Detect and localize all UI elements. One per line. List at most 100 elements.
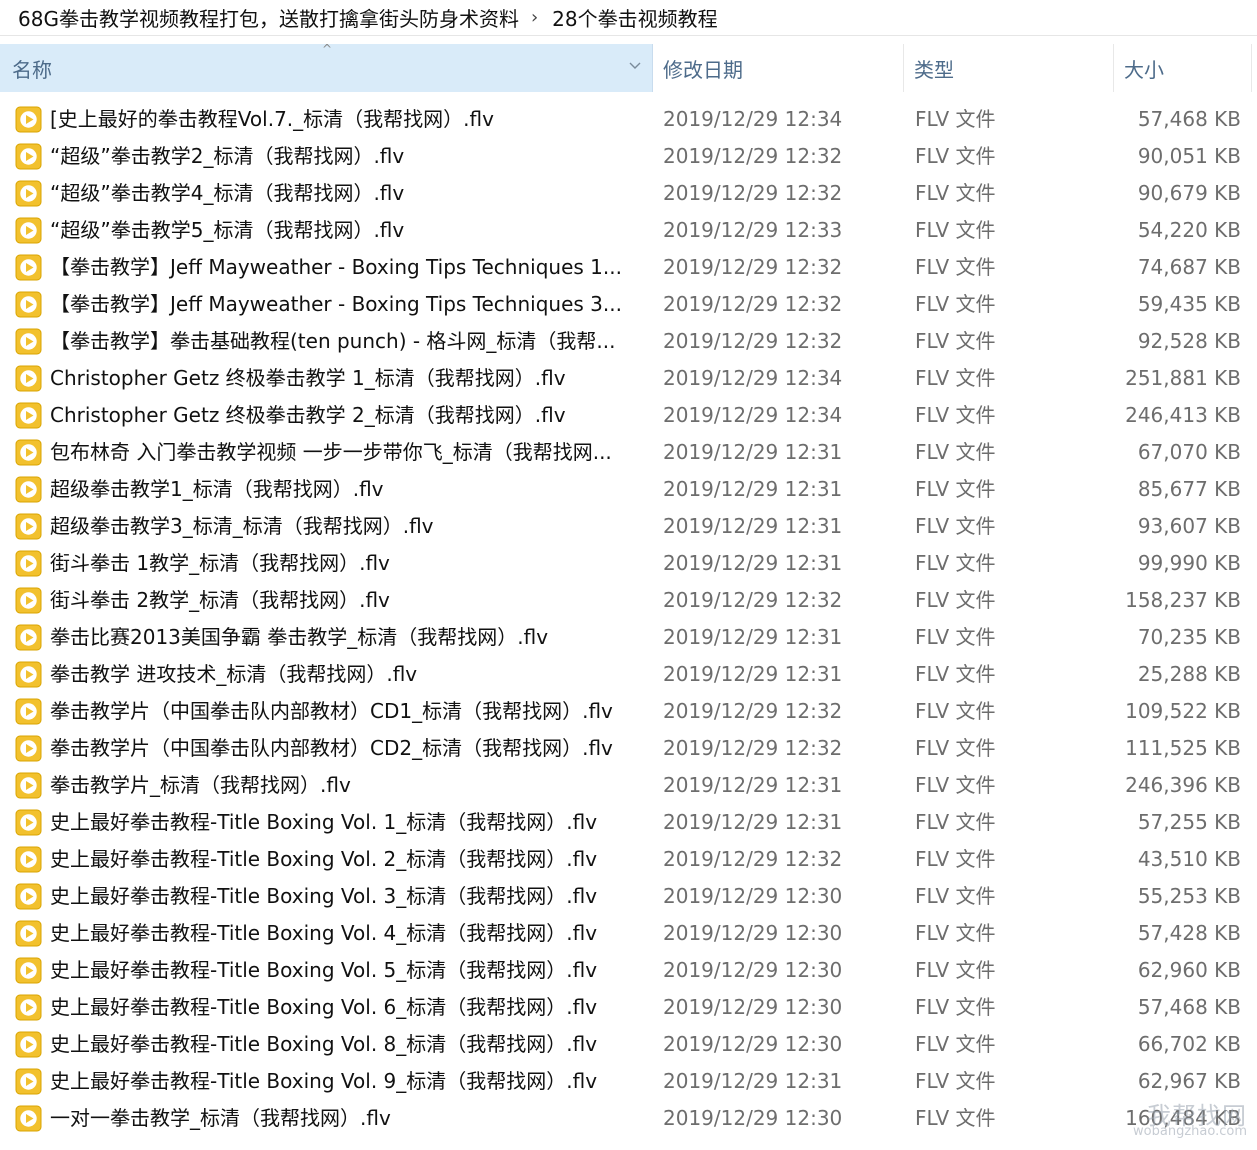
file-type: FLV 文件 xyxy=(915,107,996,131)
file-name[interactable]: Christopher Getz 终极拳击教学 1_标清（我帮找网）.flv xyxy=(50,360,645,397)
file-size: 158,237 KB xyxy=(1125,588,1241,612)
file-size: 160,484 KB xyxy=(1125,1106,1241,1130)
file-row[interactable]: 拳击比赛2013美国争霸 拳击教学_标清（我帮找网）.flv 2019/12/29… xyxy=(0,619,1257,656)
column-header-name[interactable]: 名称 ^ xyxy=(0,42,653,92)
file-row[interactable]: 【拳击教学】拳击基础教程(ten punch) - 格斗网_标清（我帮... 20… xyxy=(0,323,1257,360)
file-name[interactable]: Christopher Getz 终极拳击教学 2_标清（我帮找网）.flv xyxy=(50,397,645,434)
file-row[interactable]: 【拳击教学】Jeff Mayweather - Boxing Tips Tech… xyxy=(0,249,1257,286)
file-type: FLV 文件 xyxy=(915,366,996,390)
file-type: FLV 文件 xyxy=(915,921,996,945)
file-type: FLV 文件 xyxy=(915,773,996,797)
breadcrumb-item-parent[interactable]: 68G拳击教学视频教程打包，送散打擒拿街头防身术资料 xyxy=(18,3,519,32)
file-name[interactable]: 史上最好拳击教程-Title Boxing Vol. 9_标清（我帮找网）.fl… xyxy=(50,1063,645,1100)
media-file-icon xyxy=(15,365,42,392)
file-row[interactable]: “超级”拳击教学5_标清（我帮找网）.flv 2019/12/29 12:33 FL… xyxy=(0,212,1257,249)
file-name[interactable]: 拳击比赛2013美国争霸 拳击教学_标清（我帮找网）.flv xyxy=(50,619,645,656)
file-row[interactable]: 拳击教学片（中国拳击队内部教材）CD2_标清（我帮找网）.flv 2019/12/… xyxy=(0,730,1257,767)
file-row[interactable]: 拳击教学片（中国拳击队内部教材）CD1_标清（我帮找网）.flv 2019/12/… xyxy=(0,693,1257,730)
file-name[interactable]: 史上最好拳击教程-Title Boxing Vol. 1_标清（我帮找网）.fl… xyxy=(50,804,645,841)
file-row[interactable]: [史上最好的拳击教程Vol.7._标清（我帮找网）.flv 2019/12/29 … xyxy=(0,101,1257,138)
file-modified-date: 2019/12/29 12:32 xyxy=(663,255,843,279)
file-size: 57,255 KB xyxy=(1137,810,1241,834)
file-size: 99,990 KB xyxy=(1137,551,1241,575)
sort-up-icon: ^ xyxy=(322,42,333,56)
column-header-type[interactable]: 类型 xyxy=(904,44,1114,92)
file-modified-date: 2019/12/29 12:31 xyxy=(663,625,843,649)
file-row[interactable]: 街斗拳击 2教学_标清（我帮找网）.flv 2019/12/29 12:32 FLV… xyxy=(0,582,1257,619)
file-name[interactable]: “超级”拳击教学2_标清（我帮找网）.flv xyxy=(50,138,645,175)
file-row[interactable]: 史上最好拳击教程-Title Boxing Vol. 4_标清（我帮找网）.fl… xyxy=(0,915,1257,952)
file-size: 85,677 KB xyxy=(1137,477,1241,501)
column-header-type-label: 类型 xyxy=(914,57,954,82)
file-name[interactable]: 史上最好拳击教程-Title Boxing Vol. 8_标清（我帮找网）.fl… xyxy=(50,1026,645,1063)
file-name[interactable]: 史上最好拳击教程-Title Boxing Vol. 4_标清（我帮找网）.fl… xyxy=(50,915,645,952)
file-list: [史上最好的拳击教程Vol.7._标清（我帮找网）.flv 2019/12/29 … xyxy=(0,101,1257,1137)
file-size: 57,428 KB xyxy=(1137,921,1241,945)
file-name[interactable]: 街斗拳击 1教学_标清（我帮找网）.flv xyxy=(50,545,645,582)
file-type: FLV 文件 xyxy=(915,1069,996,1093)
file-size: 57,468 KB xyxy=(1137,995,1241,1019)
file-name[interactable]: 超级拳击教学1_标清（我帮找网）.flv xyxy=(50,471,645,508)
file-row[interactable]: 拳击教学片_标清（我帮找网）.flv 2019/12/29 12:31 FLV 文件… xyxy=(0,767,1257,804)
file-row[interactable]: 史上最好拳击教程-Title Boxing Vol. 5_标清（我帮找网）.fl… xyxy=(0,952,1257,989)
media-file-icon xyxy=(15,439,42,466)
media-file-icon xyxy=(15,883,42,910)
file-name[interactable]: 拳击教学片（中国拳击队内部教材）CD1_标清（我帮找网）.flv xyxy=(50,693,645,730)
breadcrumb-item-current[interactable]: 28个拳击视频教程 xyxy=(552,3,717,32)
file-name[interactable]: 超级拳击教学3_标清_标清（我帮找网）.flv xyxy=(50,508,645,545)
file-type: FLV 文件 xyxy=(915,477,996,501)
file-name[interactable]: 街斗拳击 2教学_标清（我帮找网）.flv xyxy=(50,582,645,619)
file-size: 109,522 KB xyxy=(1125,699,1241,723)
file-row[interactable]: 史上最好拳击教程-Title Boxing Vol. 1_标清（我帮找网）.fl… xyxy=(0,804,1257,841)
file-row[interactable]: 史上最好拳击教程-Title Boxing Vol. 3_标清（我帮找网）.fl… xyxy=(0,878,1257,915)
media-file-icon xyxy=(15,476,42,503)
file-name[interactable]: 史上最好拳击教程-Title Boxing Vol. 2_标清（我帮找网）.fl… xyxy=(50,841,645,878)
file-row[interactable]: 【拳击教学】Jeff Mayweather - Boxing Tips Tech… xyxy=(0,286,1257,323)
file-row[interactable]: 超级拳击教学3_标清_标清（我帮找网）.flv 2019/12/29 12:31 F… xyxy=(0,508,1257,545)
file-row[interactable]: Christopher Getz 终极拳击教学 2_标清（我帮找网）.flv 20… xyxy=(0,397,1257,434)
file-row[interactable]: 一对一拳击教学_标清（我帮找网）.flv 2019/12/29 12:30 FLV … xyxy=(0,1100,1257,1137)
media-file-icon xyxy=(15,957,42,984)
file-row[interactable]: 包布林奇 入门拳击教学视频 一步一步带你飞_标清（我帮找网... 2019/12/… xyxy=(0,434,1257,471)
file-row[interactable]: “超级”拳击教学4_标清（我帮找网）.flv 2019/12/29 12:32 FL… xyxy=(0,175,1257,212)
file-name[interactable]: 一对一拳击教学_标清（我帮找网）.flv xyxy=(50,1100,645,1137)
file-modified-date: 2019/12/29 12:31 xyxy=(663,810,843,834)
file-size: 93,607 KB xyxy=(1137,514,1241,538)
file-modified-date: 2019/12/29 12:32 xyxy=(663,736,843,760)
file-name[interactable]: 【拳击教学】拳击基础教程(ten punch) - 格斗网_标清（我帮... xyxy=(50,323,645,360)
chevron-right-icon[interactable]: › xyxy=(531,7,538,28)
file-size: 62,967 KB xyxy=(1137,1069,1241,1093)
column-header-size[interactable]: 大小 xyxy=(1114,44,1252,92)
file-name[interactable]: 【拳击教学】Jeff Mayweather - Boxing Tips Tech… xyxy=(50,286,645,323)
column-header-date[interactable]: 修改日期 xyxy=(653,44,904,92)
file-size: 246,396 KB xyxy=(1125,773,1241,797)
file-row[interactable]: Christopher Getz 终极拳击教学 1_标清（我帮找网）.flv 20… xyxy=(0,360,1257,397)
file-modified-date: 2019/12/29 12:33 xyxy=(663,218,843,242)
file-modified-date: 2019/12/29 12:31 xyxy=(663,514,843,538)
file-row[interactable]: 史上最好拳击教程-Title Boxing Vol. 9_标清（我帮找网）.fl… xyxy=(0,1063,1257,1100)
media-file-icon xyxy=(15,550,42,577)
file-name[interactable]: 包布林奇 入门拳击教学视频 一步一步带你飞_标清（我帮找网... xyxy=(50,434,645,471)
file-row[interactable]: 拳击教学 进攻技术_标清（我帮找网）.flv 2019/12/29 12:31 FL… xyxy=(0,656,1257,693)
file-row[interactable]: 史上最好拳击教程-Title Boxing Vol. 8_标清（我帮找网）.fl… xyxy=(0,1026,1257,1063)
file-name[interactable]: 拳击教学 进攻技术_标清（我帮找网）.flv xyxy=(50,656,645,693)
file-name[interactable]: [史上最好的拳击教程Vol.7._标清（我帮找网）.flv xyxy=(50,101,645,138)
chevron-down-icon[interactable] xyxy=(628,59,642,73)
file-name[interactable]: “超级”拳击教学4_标清（我帮找网）.flv xyxy=(50,175,645,212)
file-name[interactable]: 史上最好拳击教程-Title Boxing Vol. 3_标清（我帮找网）.fl… xyxy=(50,878,645,915)
file-row[interactable]: 超级拳击教学1_标清（我帮找网）.flv 2019/12/29 12:31 FLV … xyxy=(0,471,1257,508)
file-row[interactable]: 街斗拳击 1教学_标清（我帮找网）.flv 2019/12/29 12:31 FLV… xyxy=(0,545,1257,582)
media-file-icon xyxy=(15,624,42,651)
file-name[interactable]: 拳击教学片_标清（我帮找网）.flv xyxy=(50,767,645,804)
file-name[interactable]: “超级”拳击教学5_标清（我帮找网）.flv xyxy=(50,212,645,249)
file-name[interactable]: 【拳击教学】Jeff Mayweather - Boxing Tips Tech… xyxy=(50,249,645,286)
file-name[interactable]: 史上最好拳击教程-Title Boxing Vol. 5_标清（我帮找网）.fl… xyxy=(50,952,645,989)
media-file-icon xyxy=(15,513,42,540)
file-row[interactable]: 史上最好拳击教程-Title Boxing Vol. 2_标清（我帮找网）.fl… xyxy=(0,841,1257,878)
file-row[interactable]: 史上最好拳击教程-Title Boxing Vol. 6_标清（我帮找网）.fl… xyxy=(0,989,1257,1026)
file-type: FLV 文件 xyxy=(915,699,996,723)
file-name[interactable]: 拳击教学片（中国拳击队内部教材）CD2_标清（我帮找网）.flv xyxy=(50,730,645,767)
file-name[interactable]: 史上最好拳击教程-Title Boxing Vol. 6_标清（我帮找网）.fl… xyxy=(50,989,645,1026)
file-row[interactable]: “超级”拳击教学2_标清（我帮找网）.flv 2019/12/29 12:32 FL… xyxy=(0,138,1257,175)
file-type: FLV 文件 xyxy=(915,884,996,908)
